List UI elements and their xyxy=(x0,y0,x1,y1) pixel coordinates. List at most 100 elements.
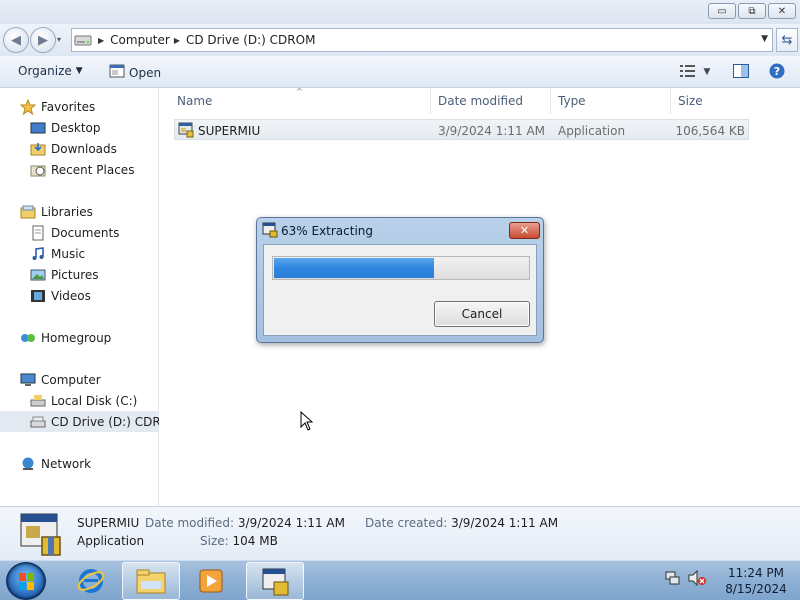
cd-drive-icon xyxy=(30,416,46,427)
internet-explorer-icon xyxy=(77,569,105,593)
preview-pane-icon xyxy=(733,63,749,81)
open-button[interactable]: Open xyxy=(109,64,161,81)
nav-computer[interactable]: Computer xyxy=(20,369,179,390)
taskbar-media-player[interactable] xyxy=(182,562,240,600)
column-header-type[interactable]: Type xyxy=(558,94,586,108)
details-file-type: Application xyxy=(77,534,145,548)
change-view-button[interactable]: ▼ xyxy=(676,62,714,82)
nav-pictures-label: Pictures xyxy=(51,267,99,282)
file-type: Application xyxy=(558,124,626,138)
address-dropdown-icon[interactable]: ▼ xyxy=(761,34,768,44)
forward-button[interactable]: ▶ xyxy=(30,27,56,53)
details-date-created-label: Date created: xyxy=(365,516,448,530)
details-date-modified-value: 3/9/2024 1:11 AM xyxy=(237,516,345,530)
minimize-button[interactable]: ▭ xyxy=(708,3,736,19)
file-date-modified: 3/9/2024 1:11 AM xyxy=(438,124,546,138)
back-arrow-icon: ◀ xyxy=(11,32,21,48)
system-clock[interactable]: 11:24 PM 8/15/2024 xyxy=(716,565,796,597)
view-options-icon xyxy=(679,64,696,80)
column-header-name[interactable]: Name xyxy=(177,94,212,108)
documents-icon xyxy=(32,225,44,240)
application-large-icon xyxy=(18,511,64,560)
column-divider[interactable] xyxy=(670,88,671,114)
application-icon xyxy=(262,568,289,596)
navigation-pane: Favorites Desktop Downloads Recent Place… xyxy=(0,88,159,506)
nav-network-label: Network xyxy=(41,456,92,471)
system-tray xyxy=(664,569,706,589)
nav-computer-label: Computer xyxy=(41,372,101,387)
address-row: ◀ ▶ ▾ ▶ Computer ▶ CD Drive (D:) CDROM ▼… xyxy=(0,24,800,56)
nav-cd-drive[interactable]: CD Drive (D:) CDROM xyxy=(0,411,159,432)
taskbar-extractor-app[interactable] xyxy=(246,562,304,600)
chevron-down-icon: ▼ xyxy=(703,67,711,77)
nav-network[interactable]: Network xyxy=(20,453,179,474)
details-size: Size: 104 MB xyxy=(200,534,278,548)
nav-libraries[interactable]: Libraries xyxy=(20,201,179,222)
extracting-dialog: 63% Extracting ✕ Cancel xyxy=(256,217,544,343)
preview-pane-button[interactable] xyxy=(730,62,752,82)
window-title-bar: ▭ ⧉ ✕ xyxy=(0,0,800,24)
nav-local-disk-label: Local Disk (C:) xyxy=(51,393,138,408)
refresh-icon: ⇆ xyxy=(781,32,793,48)
taskbar-internet-explorer[interactable] xyxy=(62,562,120,600)
videos-icon xyxy=(31,289,45,302)
address-bar[interactable]: ▶ Computer ▶ CD Drive (D:) CDROM ▼ xyxy=(71,28,773,52)
details-date-created: Date created: 3/9/2024 1:11 AM xyxy=(365,516,558,530)
nav-downloads-label: Downloads xyxy=(51,141,117,156)
nav-homegroup-label: Homegroup xyxy=(41,330,112,345)
organize-button[interactable]: Organize ▼ xyxy=(18,64,83,78)
breadcrumb-cd-drive[interactable]: CD Drive (D:) CDROM xyxy=(186,33,315,47)
hard-drive-icon xyxy=(30,394,46,406)
breadcrumb-separator-icon[interactable]: ▶ xyxy=(98,36,104,45)
nav-music-label: Music xyxy=(51,246,86,261)
dialog-close-button[interactable]: ✕ xyxy=(509,222,540,239)
media-player-icon xyxy=(199,569,223,593)
column-divider[interactable] xyxy=(430,88,431,114)
nav-homegroup[interactable]: Homegroup xyxy=(20,327,179,348)
details-pane: SUPERMIU Application Date modified: 3/9/… xyxy=(0,506,800,560)
nav-desktop-label: Desktop xyxy=(51,120,101,135)
star-icon xyxy=(20,98,36,115)
downloads-folder-icon xyxy=(30,142,46,155)
taskbar-windows-explorer[interactable] xyxy=(122,562,180,600)
music-note-icon xyxy=(32,246,44,260)
column-header-date-modified[interactable]: Date modified xyxy=(438,94,523,108)
column-header-size[interactable]: Size xyxy=(678,94,703,108)
details-size-label: Size: xyxy=(200,534,229,548)
dialog-title: 63% Extracting xyxy=(281,224,374,238)
application-icon xyxy=(109,64,125,81)
nav-videos-label: Videos xyxy=(51,288,91,303)
command-bar: Organize ▼ Open ▼ ? xyxy=(0,56,800,88)
mouse-cursor-icon xyxy=(300,411,314,431)
restore-button[interactable]: ⧉ xyxy=(738,3,766,19)
nav-favorites[interactable]: Favorites xyxy=(20,96,179,117)
desktop-icon xyxy=(30,122,46,133)
help-icon: ? xyxy=(769,63,785,82)
windows-logo-icon xyxy=(19,573,34,590)
file-name: SUPERMIU xyxy=(198,124,261,138)
progress-bar xyxy=(272,256,530,280)
details-date-created-value: 3/9/2024 1:11 AM xyxy=(451,516,559,530)
network-status-icon[interactable] xyxy=(664,570,680,589)
cd-drive-icon xyxy=(72,29,94,51)
back-button[interactable]: ◀ xyxy=(3,27,29,53)
progress-fill xyxy=(274,258,434,278)
column-divider[interactable] xyxy=(550,88,551,114)
recent-pages-dropdown[interactable]: ▾ xyxy=(57,35,65,45)
nav-recent-label: Recent Places xyxy=(51,162,135,177)
computer-icon xyxy=(20,373,36,386)
pictures-icon xyxy=(30,269,46,280)
network-icon xyxy=(22,457,34,470)
breadcrumb-separator-icon[interactable]: ▶ xyxy=(174,36,180,45)
breadcrumb-computer[interactable]: Computer xyxy=(110,33,170,47)
table-row[interactable]: SUPERMIU 3/9/2024 1:11 AM Application 10… xyxy=(174,119,749,140)
chevron-down-icon: ▼ xyxy=(75,66,83,76)
clock-time: 11:24 PM xyxy=(728,566,784,580)
dialog-body: Cancel xyxy=(263,244,537,336)
close-button[interactable]: ✕ xyxy=(768,3,796,19)
refresh-button[interactable]: ⇆ xyxy=(776,28,798,52)
volume-muted-icon[interactable] xyxy=(688,569,706,589)
cancel-button[interactable]: Cancel xyxy=(434,301,530,327)
help-button[interactable]: ? xyxy=(766,62,788,82)
start-button[interactable] xyxy=(6,562,46,600)
